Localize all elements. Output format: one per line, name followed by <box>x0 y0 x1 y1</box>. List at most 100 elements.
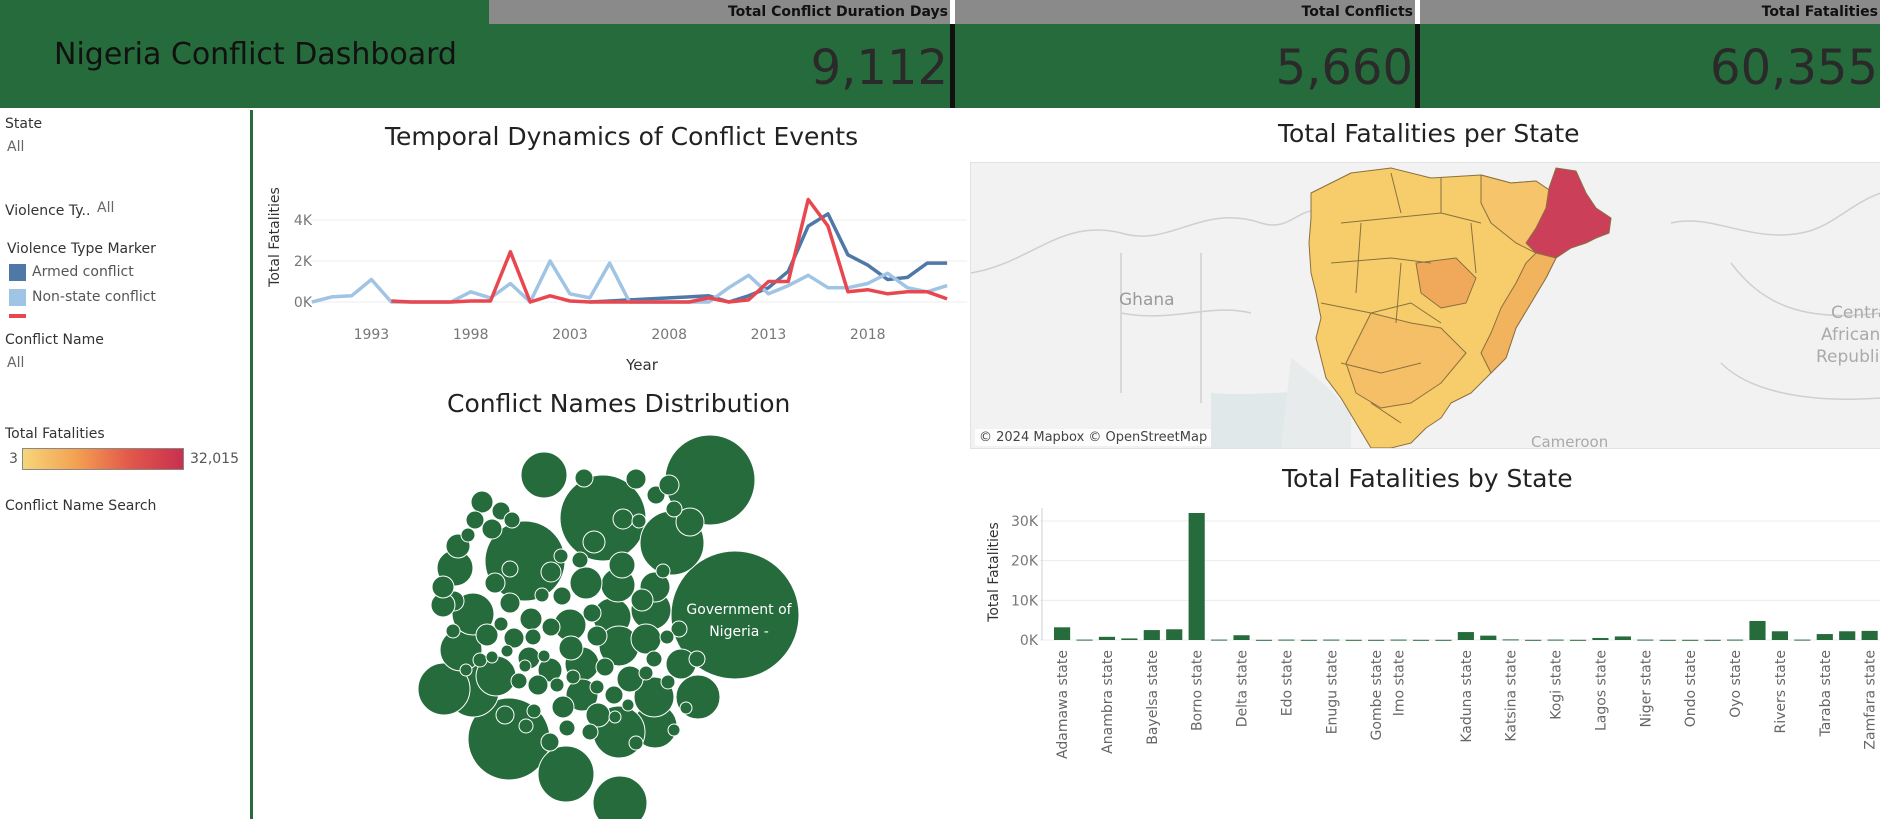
conflict-bubble[interactable] <box>485 650 499 664</box>
bar-lagos-state[interactable] <box>1592 638 1609 640</box>
bar-fct[interactable] <box>1345 639 1362 641</box>
legend-item-armed[interactable]: Armed conflict <box>32 264 134 280</box>
conflict-bubble[interactable] <box>520 451 568 499</box>
conflict-bubble[interactable] <box>616 665 644 693</box>
legend-item-nonstate[interactable]: Non-state conflict <box>32 289 156 305</box>
conflict-bubble[interactable] <box>460 527 476 543</box>
conflict-bubble[interactable] <box>537 649 551 663</box>
conflict-bubble[interactable] <box>667 723 681 737</box>
conflict-search-label[interactable]: Conflict Name Search <box>5 498 156 514</box>
conflict-bubble[interactable] <box>658 474 680 496</box>
conflict-bubble[interactable] <box>541 617 561 637</box>
conflict-bubble[interactable] <box>540 732 560 752</box>
bar-edo-state[interactable] <box>1278 639 1295 641</box>
conflict-bubble[interactable] <box>630 623 662 655</box>
bar-cross-river-state[interactable] <box>1211 639 1228 641</box>
conflict-bubble[interactable] <box>553 548 569 564</box>
bar-plateau-state[interactable] <box>1749 620 1766 640</box>
bar-benue-state[interactable] <box>1166 629 1183 640</box>
conflict-bubble[interactable] <box>585 702 611 728</box>
bar-rivers-state[interactable] <box>1771 631 1788 640</box>
bar-kogi-state[interactable] <box>1547 639 1564 641</box>
conflict-bubble[interactable] <box>551 695 575 719</box>
bar-nasarawa-state[interactable] <box>1614 636 1631 640</box>
bar-enugu-state[interactable] <box>1323 639 1340 641</box>
line-series-0[interactable] <box>589 212 948 304</box>
conflict-bubble[interactable] <box>510 672 528 690</box>
bar-osun-state[interactable] <box>1704 639 1721 641</box>
bar-kaduna-state[interactable] <box>1457 632 1474 640</box>
conflict-bubble[interactable] <box>574 468 594 488</box>
conflict-bubble[interactable] <box>540 561 562 583</box>
fatalities-bar-chart[interactable]: Total Fatalities 0K 10K 20K 30K Adamawa stat… <box>980 500 1880 775</box>
conflict-bubble[interactable] <box>586 625 608 647</box>
conflict-bubble[interactable] <box>481 518 503 540</box>
bar-ebonyi-state[interactable] <box>1255 639 1273 641</box>
bar-yobe-state[interactable] <box>1839 631 1856 640</box>
conflict-bubble[interactable] <box>537 745 595 803</box>
temporal-line-chart[interactable]: Total Fatalities Year 0K 2K 4K 1993 1998 2003… <box>262 165 970 380</box>
conflict-bubble[interactable] <box>526 703 542 719</box>
violence-type-filter-dropdown[interactable]: All <box>97 200 114 216</box>
line-series-1[interactable] <box>311 259 948 304</box>
conflict-bubble[interactable] <box>558 719 576 737</box>
bar-imo-state[interactable] <box>1390 639 1407 641</box>
bar-bauchi-state[interactable] <box>1121 638 1138 640</box>
conflict-bubble[interactable] <box>495 705 515 725</box>
conflict-bubble[interactable] <box>630 588 654 612</box>
conflict-bubble[interactable] <box>592 775 648 819</box>
bar-niger-state[interactable] <box>1637 639 1654 641</box>
conflict-bubble[interactable] <box>465 510 485 530</box>
map-attribution[interactable]: © 2024 Mapbox © OpenStreetMap <box>975 429 1212 446</box>
conflict-bubble[interactable] <box>503 511 521 529</box>
conflict-bubble[interactable] <box>558 635 584 661</box>
conflict-bubble[interactable] <box>659 629 675 645</box>
legend-swatch-armed[interactable] <box>9 264 26 281</box>
line-series-2[interactable] <box>391 197 948 304</box>
bar-kwara-state[interactable] <box>1569 639 1587 641</box>
conflict-bubble[interactable] <box>604 685 624 705</box>
bar-bayelsa-state[interactable] <box>1143 630 1160 640</box>
conflict-bubble[interactable] <box>431 575 455 599</box>
conflict-bubble[interactable] <box>628 735 644 751</box>
bar-ogun-state[interactable] <box>1659 639 1676 641</box>
bar-ondo-state[interactable] <box>1682 639 1699 641</box>
bar-sokoto-state[interactable] <box>1794 639 1811 641</box>
bar-taraba-state[interactable] <box>1816 634 1833 640</box>
bar-katsina-state[interactable] <box>1502 639 1519 641</box>
conflict-bubble[interactable] <box>612 508 634 530</box>
bar-adamawa-state[interactable] <box>1054 627 1071 640</box>
conflict-bubble[interactable] <box>518 718 534 734</box>
conflict-bubble[interactable] <box>565 669 581 685</box>
legend-swatch-nonstate[interactable] <box>9 289 26 306</box>
legend-swatch-line[interactable] <box>9 314 26 318</box>
conflict-bubble[interactable] <box>534 587 550 603</box>
conflict-bubble[interactable] <box>645 650 663 668</box>
conflict-name-filter-dropdown[interactable]: All <box>7 355 24 371</box>
bar-jigawa-state[interactable] <box>1435 639 1452 641</box>
conflict-bubble[interactable] <box>595 657 615 677</box>
conflict-bubble[interactable] <box>621 698 635 712</box>
conflict-bubble[interactable] <box>518 659 532 673</box>
conflict-bubble[interactable] <box>631 513 647 529</box>
conflict-bubble[interactable] <box>582 603 602 623</box>
bar-zamfara-state[interactable] <box>1861 630 1878 640</box>
conflict-bubble[interactable] <box>499 592 521 614</box>
conflict-bubble[interactable] <box>445 623 461 639</box>
conflict-bubble-chart[interactable]: Government of Nigeria - <box>410 425 810 819</box>
conflict-bubble[interactable] <box>660 674 676 690</box>
bar-kano-state[interactable] <box>1480 635 1497 640</box>
conflict-bubble[interactable] <box>459 663 473 677</box>
conflict-bubble[interactable] <box>655 563 671 579</box>
conflict-bubble[interactable] <box>589 679 605 695</box>
conflict-bubble[interactable] <box>500 644 514 658</box>
conflict-bubble[interactable] <box>625 468 647 490</box>
conflict-bubble[interactable] <box>569 566 603 600</box>
conflict-bubble[interactable] <box>582 530 606 554</box>
conflict-bubble[interactable] <box>552 586 572 606</box>
conflict-bubble[interactable] <box>688 650 706 668</box>
conflict-bubble[interactable] <box>527 674 549 696</box>
conflict-bubble[interactable] <box>679 701 693 715</box>
conflict-bubble[interactable] <box>608 551 636 579</box>
conflict-bubble[interactable] <box>581 723 599 741</box>
